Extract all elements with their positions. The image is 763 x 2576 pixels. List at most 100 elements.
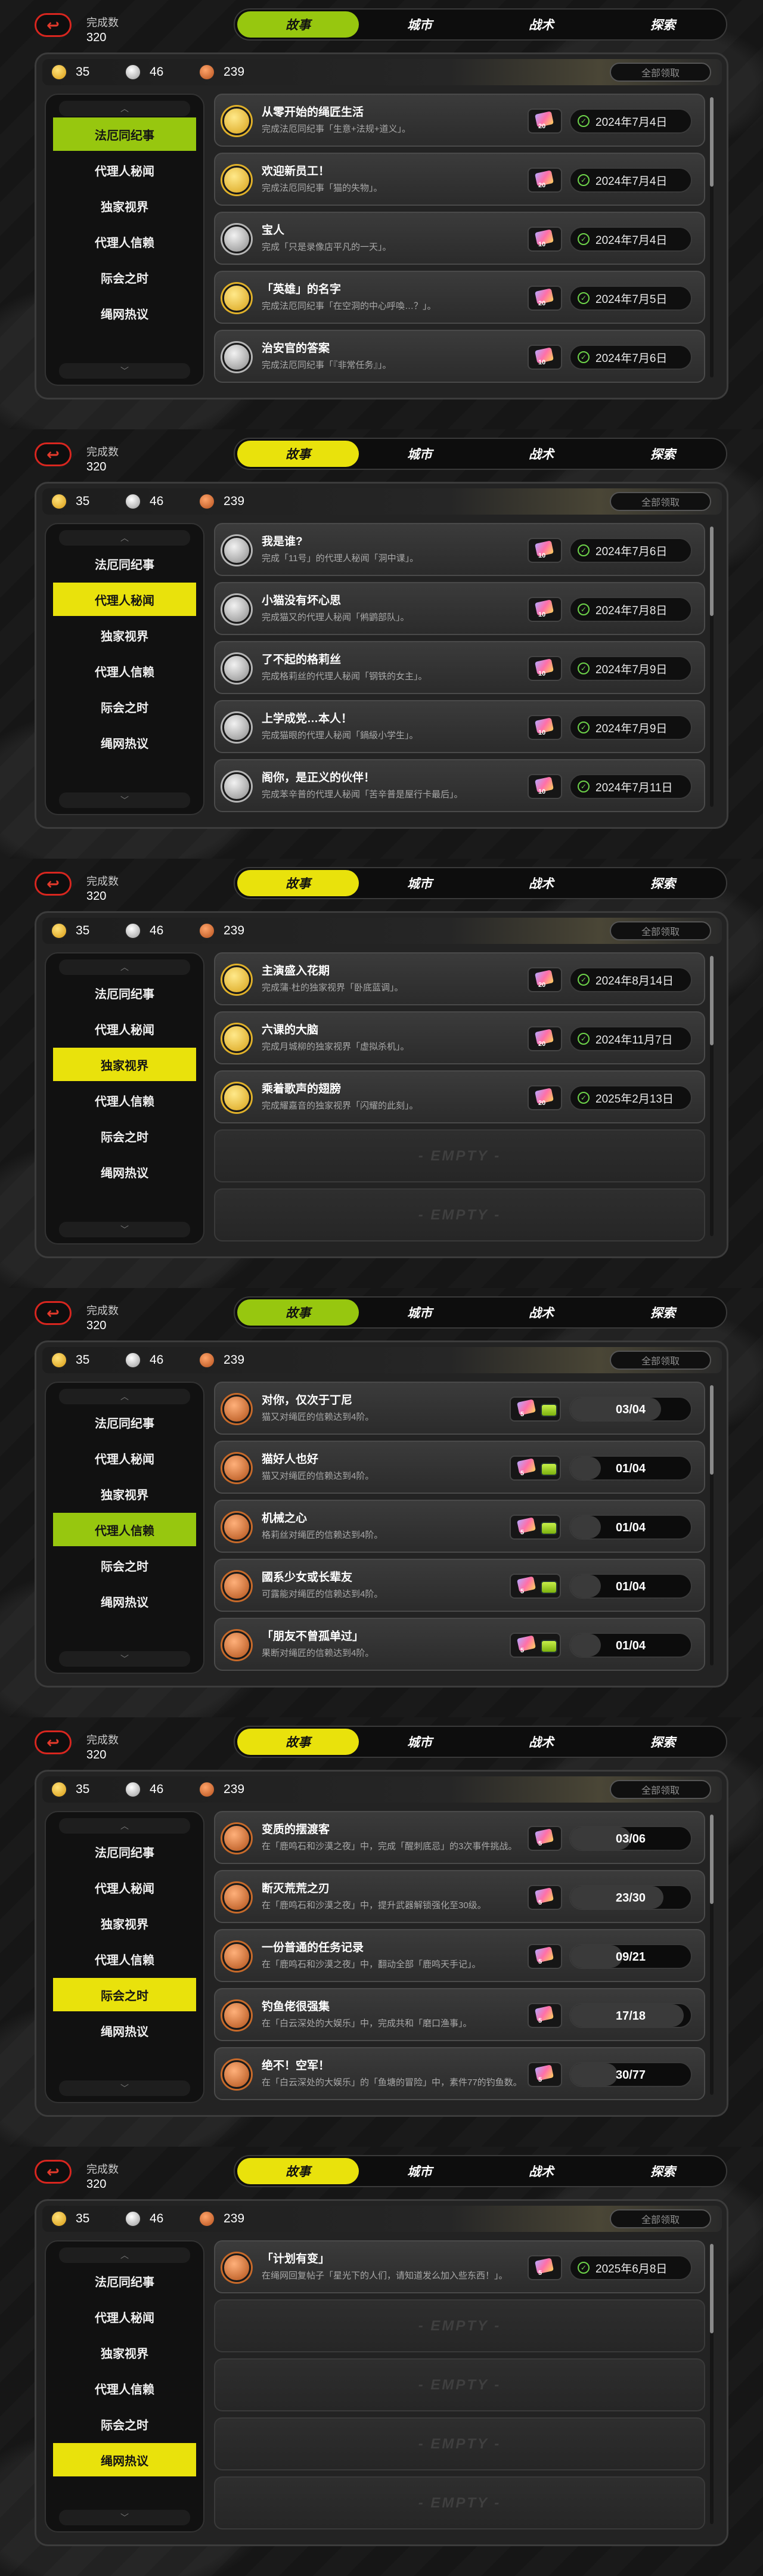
achievement-row[interactable]: 了不起的格莉丝 完成格莉丝的代理人秘闻「钢铁的女主」。 10 ✓ 2024年7月9日 — [214, 641, 705, 694]
sidebar-item-2[interactable]: 代理人秘闻 — [53, 153, 196, 187]
sidebar-item-2[interactable]: 代理人秘闻 — [53, 1441, 196, 1475]
scroll-down-icon[interactable]: ﹀ — [59, 363, 190, 379]
sidebar-item-3[interactable]: 独家视界 — [53, 2336, 196, 2369]
reward-slot[interactable]: 10 — [528, 774, 562, 799]
reward-slot[interactable]: 20 — [528, 967, 562, 992]
sidebar-item-1[interactable]: 法厄同纪事 — [53, 117, 196, 151]
claim-all-button[interactable]: 全部领取 — [610, 492, 711, 511]
achievement-row[interactable]: 绝不！空军！ 在「白云深处的大娱乐」的「鱼塘的冒险」中，素件77的钓鱼数。 5 30/… — [214, 2047, 705, 2100]
sidebar-item-3[interactable]: 独家视界 — [53, 1048, 196, 1081]
list-scrollbar[interactable] — [710, 956, 714, 1236]
scroll-down-icon[interactable]: ﹀ — [59, 792, 190, 808]
reward-slot[interactable]: 5 — [528, 1885, 562, 1910]
reward-slot[interactable]: 20 — [528, 1085, 562, 1110]
sidebar-item-5[interactable]: 际会之时 — [53, 690, 196, 723]
tab-4[interactable]: 探索 — [602, 11, 724, 38]
reward-slot[interactable]: 5 — [528, 2003, 562, 2028]
tab-4[interactable]: 探索 — [602, 1299, 724, 1326]
claim-all-button[interactable]: 全部领取 — [610, 63, 711, 82]
achievement-row[interactable]: 「计划有变」 在绳网回复帖子「星光下的人们，请知道发么加入些东西！」。 5 ✓ 2025… — [214, 2240, 705, 2293]
achievement-row[interactable]: 主演盛入花期 完成蒲·杜的独家视界「卧底蓝调」。 20 ✓ 2024年8月14日 — [214, 952, 705, 1005]
achievement-row[interactable]: 对你，仅次于丁尼 猫又对绳匠的信赖达到4阶。 5 03/04 — [214, 1382, 705, 1435]
reward-slot[interactable]: 5 — [510, 1456, 561, 1481]
tab-4[interactable]: 探索 — [602, 2158, 724, 2184]
sidebar-item-4[interactable]: 代理人信赖 — [53, 225, 196, 258]
tab-1[interactable]: 故事 — [237, 2158, 359, 2184]
reward-slot[interactable]: 5 — [528, 2255, 562, 2280]
achievement-row[interactable]: 阁你，是正义的伙伴！ 完成苯辛普的代理人秘闻「苦辛普是屋行卡最后」。 10 ✓ 2024… — [214, 759, 705, 812]
reward-slot[interactable]: 10 — [528, 656, 562, 681]
achievement-row[interactable]: 「朋友不曾孤单过」 果断对绳匠的信赖达到4阶。 5 01/04 — [214, 1618, 705, 1671]
achievement-row[interactable]: 猫好人也好 猫又对绳匠的信赖达到4阶。 5 01/04 — [214, 1441, 705, 1494]
achievement-row[interactable]: 变质的摆渡客 在「鹿鸣石和沙漠之夜」中，完成「醒刺底忌」的3次事件挑战。 5 03/0… — [214, 1811, 705, 1864]
reward-slot[interactable]: 20 — [528, 1026, 562, 1051]
achievement-row[interactable]: 小猫没有坏心思 完成猫又的代理人秘闻「鸺鹠部队」。 10 ✓ 2024年7月8日 — [214, 582, 705, 635]
sidebar-item-1[interactable]: 法厄同纪事 — [53, 547, 196, 580]
sidebar-item-5[interactable]: 际会之时 — [53, 1978, 196, 2011]
tab-4[interactable]: 探索 — [602, 1729, 724, 1755]
reward-slot[interactable]: 5 — [528, 2062, 562, 2087]
tab-4[interactable]: 探索 — [602, 870, 724, 896]
tab-3[interactable]: 战术 — [480, 2158, 602, 2184]
sidebar-item-1[interactable]: 法厄同纪事 — [53, 1835, 196, 1868]
achievement-row[interactable]: 「英雄」的名字 完成法厄同纪事「在空洞的中心呼喚…？」。 20 ✓ 2024年7月5日 — [214, 271, 705, 324]
sidebar-item-3[interactable]: 独家视界 — [53, 1477, 196, 1510]
tab-2[interactable]: 城市 — [359, 11, 480, 38]
tab-3[interactable]: 战术 — [480, 1729, 602, 1755]
achievement-row[interactable]: 乘着歌声的翅膀 完成耀嘉音的独家视界「闪耀的此刻」。 20 ✓ 2025年2月13日 — [214, 1070, 705, 1123]
scroll-up-icon[interactable]: ︿ — [59, 1818, 190, 1834]
tab-3[interactable]: 战术 — [480, 870, 602, 896]
list-scrollbar[interactable] — [710, 527, 714, 807]
sidebar-item-5[interactable]: 际会之时 — [53, 2407, 196, 2441]
back-button[interactable]: ↩ — [35, 13, 72, 37]
back-button[interactable]: ↩ — [35, 1730, 72, 1754]
reward-slot[interactable]: 5 — [510, 1397, 561, 1422]
tab-2[interactable]: 城市 — [359, 1299, 480, 1326]
tab-4[interactable]: 探索 — [602, 441, 724, 467]
tab-1[interactable]: 故事 — [237, 1729, 359, 1755]
back-button[interactable]: ↩ — [35, 872, 72, 896]
achievement-row[interactable]: 一份普通的任务记录 在「鹿鸣石和沙漠之夜」中，翻动全部「鹿鸣天手记」。 5 09/21 — [214, 1929, 705, 1982]
sidebar-item-4[interactable]: 代理人信赖 — [53, 1942, 196, 1976]
scrollbar-thumb[interactable] — [710, 1385, 714, 1475]
reward-slot[interactable]: 5 — [510, 1633, 561, 1658]
tab-2[interactable]: 城市 — [359, 441, 480, 467]
sidebar-item-4[interactable]: 代理人信赖 — [53, 654, 196, 688]
sidebar-item-4[interactable]: 代理人信赖 — [53, 2371, 196, 2405]
tab-1[interactable]: 故事 — [237, 1299, 359, 1326]
sidebar-item-5[interactable]: 际会之时 — [53, 261, 196, 294]
back-button[interactable]: ↩ — [35, 2160, 72, 2184]
sidebar-item-6[interactable]: 绳网热议 — [53, 2443, 196, 2476]
sidebar-item-2[interactable]: 代理人秘闻 — [53, 583, 196, 616]
reward-slot[interactable]: 10 — [528, 715, 562, 740]
list-scrollbar[interactable] — [710, 2244, 714, 2524]
sidebar-item-4[interactable]: 代理人信赖 — [53, 1513, 196, 1546]
achievement-row[interactable]: 六课的大脑 完成月城柳的独家视界「虚拟杀机」。 20 ✓ 2024年11月7日 — [214, 1011, 705, 1064]
achievement-row[interactable]: 宝人 完成「只是录像店平凡的一天」。 10 ✓ 2024年7月4日 — [214, 212, 705, 265]
scrollbar-thumb[interactable] — [710, 97, 714, 187]
list-scrollbar[interactable] — [710, 97, 714, 377]
tab-2[interactable]: 城市 — [359, 1729, 480, 1755]
sidebar-item-6[interactable]: 绳网热议 — [53, 1584, 196, 1618]
scroll-down-icon[interactable]: ﹀ — [59, 2080, 190, 2096]
scroll-up-icon[interactable]: ︿ — [59, 959, 190, 975]
reward-slot[interactable]: 5 — [510, 1515, 561, 1540]
sidebar-item-3[interactable]: 独家视界 — [53, 189, 196, 222]
tab-1[interactable]: 故事 — [237, 11, 359, 38]
sidebar-item-5[interactable]: 际会之时 — [53, 1549, 196, 1582]
reward-slot[interactable]: 10 — [528, 345, 562, 370]
sidebar-item-1[interactable]: 法厄同纪事 — [53, 976, 196, 1010]
sidebar-item-2[interactable]: 代理人秘闻 — [53, 2300, 196, 2333]
sidebar-item-6[interactable]: 绳网热议 — [53, 2014, 196, 2047]
reward-slot[interactable]: 10 — [528, 227, 562, 252]
reward-slot[interactable]: 20 — [528, 109, 562, 134]
sidebar-item-6[interactable]: 绳网热议 — [53, 1155, 196, 1188]
reward-slot[interactable]: 5 — [510, 1574, 561, 1599]
reward-slot[interactable]: 20 — [528, 286, 562, 311]
scrollbar-thumb[interactable] — [710, 527, 714, 616]
reward-slot[interactable]: 5 — [528, 1826, 562, 1851]
achievement-row[interactable]: 國系少女或长辈友 可露能对绳匠的信赖达到4阶。 5 01/04 — [214, 1559, 705, 1612]
reward-slot[interactable]: 10 — [528, 597, 562, 622]
scrollbar-thumb[interactable] — [710, 1815, 714, 1904]
achievement-row[interactable]: 我是谁? 完成「11号」的代理人秘闻「洞中课」。 10 ✓ 2024年7月6日 — [214, 523, 705, 576]
